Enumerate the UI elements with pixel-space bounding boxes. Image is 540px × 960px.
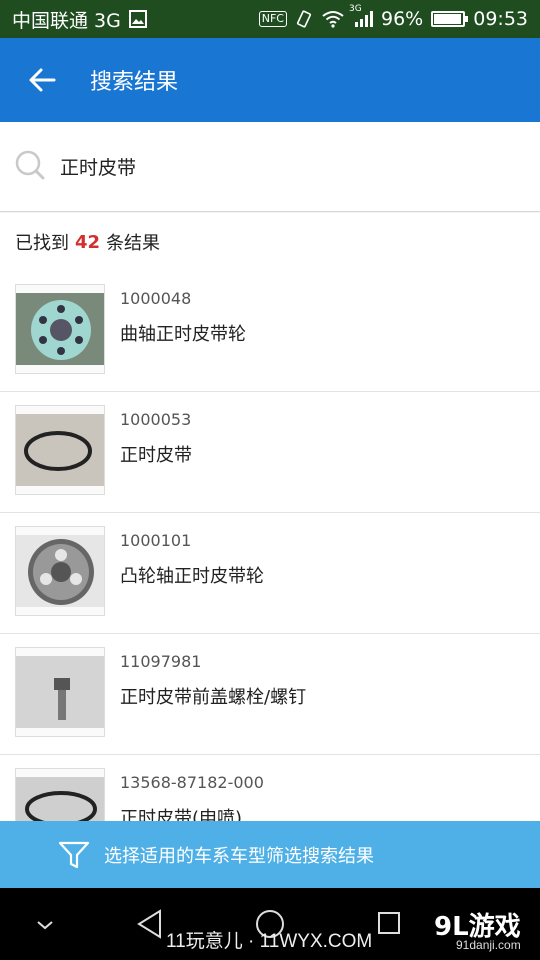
nfc-icon: NFC	[258, 11, 287, 27]
watermark-left: 11玩意儿 · 11WYX.COM	[166, 931, 373, 952]
sprocket-icon	[16, 293, 104, 365]
watermark-url: 91danji.com	[456, 938, 521, 952]
system-nav-bar: 11玩意儿 · 11WYX.COM 9L游戏 91danji.com	[0, 888, 540, 960]
part-thumbnail	[15, 526, 105, 616]
part-number: 1000101	[120, 531, 192, 550]
part-number: 11097981	[120, 652, 202, 671]
chevron-down-icon	[37, 921, 53, 930]
status-left: 中国联通 3G	[12, 6, 147, 33]
result-count: 已找到 42 条结果	[0, 213, 540, 271]
search-bar[interactable]: 正时皮带	[0, 122, 540, 212]
results-list: 1000048 曲轴正时皮带轮 1000053 正时皮带 1000101 凸轮轴…	[0, 271, 540, 876]
app-bar: 搜索结果	[0, 38, 540, 122]
part-number: 13568-87182-000	[120, 773, 264, 792]
result-count-number: 42	[75, 231, 101, 253]
filter-label: 选择适用的车系车型筛选搜索结果	[104, 845, 374, 867]
nav-collapse-button[interactable]	[30, 910, 60, 940]
part-thumbnail	[15, 405, 105, 495]
arrow-left-icon	[29, 68, 56, 92]
vibrate-icon	[295, 10, 313, 28]
status-bar: 中国联通 3G NFC 3G 96% 09:53	[0, 0, 540, 38]
triangle-back-icon	[137, 909, 161, 939]
part-name: 曲轴正时皮带轮	[120, 324, 246, 345]
signal-icon: 3G	[349, 4, 373, 28]
search-input[interactable]: 正时皮带	[60, 153, 136, 180]
wifi-icon	[321, 10, 345, 28]
clock: 09:53	[473, 8, 528, 30]
gallery-icon	[128, 10, 147, 28]
battery-icon	[431, 11, 469, 27]
part-number: 1000053	[120, 410, 192, 429]
part-number: 1000048	[120, 289, 192, 308]
pulley-icon	[16, 535, 104, 607]
result-count-suffix: 条结果	[106, 233, 161, 254]
part-name: 正时皮带前盖螺栓/螺钉	[120, 687, 307, 708]
page-title: 搜索结果	[90, 70, 179, 95]
belt-icon	[16, 414, 104, 486]
result-item[interactable]: 1000053 正时皮带	[0, 392, 540, 513]
part-name: 正时皮带	[120, 445, 192, 466]
part-name: 凸轮轴正时皮带轮	[120, 566, 264, 587]
nav-recents-button[interactable]	[374, 908, 404, 938]
bolt-icon	[16, 656, 104, 728]
square-recents-icon	[378, 912, 400, 934]
result-item[interactable]: 1000048 曲轴正时皮带轮	[0, 271, 540, 392]
search-icon	[14, 149, 46, 185]
result-item[interactable]: 1000101 凸轮轴正时皮带轮	[0, 513, 540, 634]
back-button[interactable]	[0, 38, 84, 122]
filter-button[interactable]: 选择适用的车系车型筛选搜索结果	[0, 821, 540, 888]
network-type-label: 3G	[349, 4, 362, 14]
result-item[interactable]: 11097981 正时皮带前盖螺栓/螺钉	[0, 634, 540, 755]
battery-fill	[434, 14, 462, 24]
part-thumbnail	[15, 647, 105, 737]
part-thumbnail	[15, 284, 105, 374]
nav-back-button[interactable]	[132, 906, 166, 942]
result-count-prefix: 已找到	[15, 233, 69, 254]
status-right: NFC 3G 96% 09:53	[258, 4, 528, 30]
battery-percent: 96%	[381, 8, 424, 30]
filter-icon	[58, 841, 90, 868]
carrier-label: 中国联通 3G	[12, 9, 121, 32]
